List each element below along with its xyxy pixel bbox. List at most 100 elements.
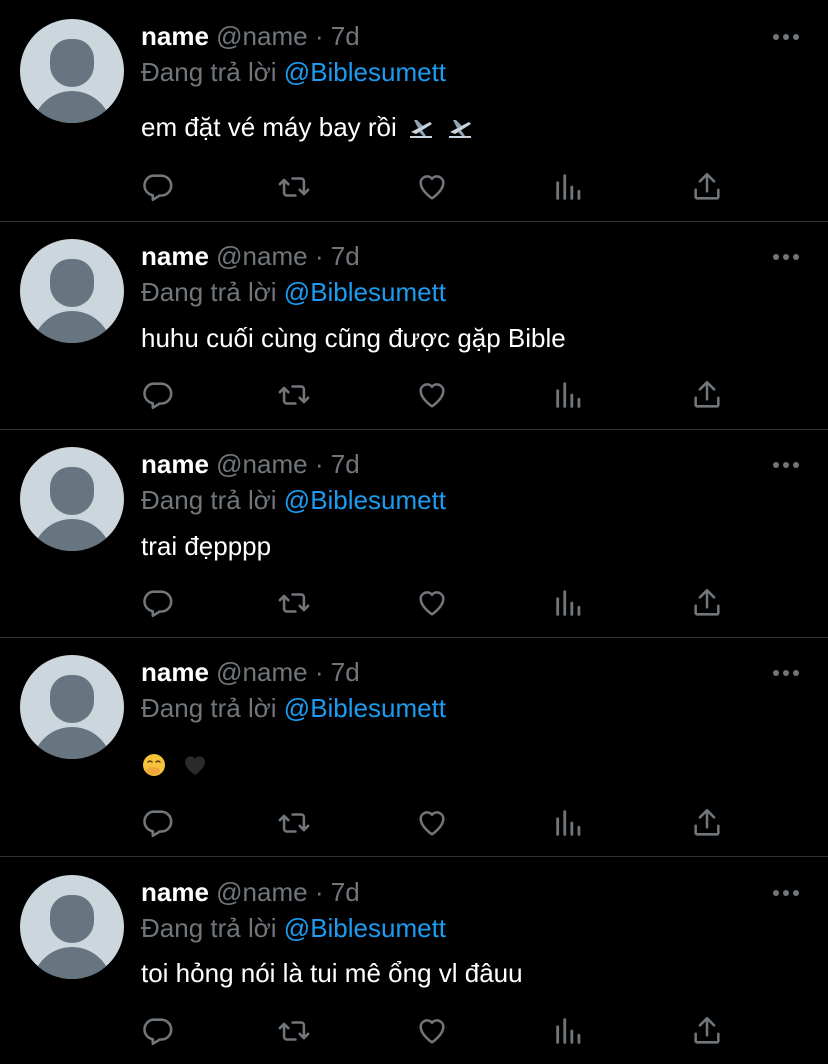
like-button[interactable] (415, 170, 451, 206)
tweet-header: name @name · 7d (141, 240, 360, 272)
user-handle[interactable]: @name (216, 449, 307, 479)
retweet-button[interactable] (277, 1014, 313, 1050)
like-button[interactable] (415, 1014, 451, 1050)
more-icon[interactable] (772, 889, 800, 897)
like-button[interactable] (415, 378, 451, 414)
reply-tweet[interactable]: name @name · 7d Đang trả lời @Biblesumet… (0, 857, 828, 1064)
timestamp[interactable]: 7d (331, 657, 360, 687)
views-button[interactable] (552, 378, 588, 414)
airplane-departure-icon (449, 120, 472, 138)
like-button[interactable] (415, 806, 451, 842)
reply-button[interactable] (140, 1014, 176, 1050)
reply-icon (143, 810, 173, 838)
mention-link[interactable]: @Biblesumett (284, 277, 446, 307)
reply-icon (143, 590, 173, 618)
user-handle[interactable]: @name (216, 21, 307, 51)
replying-to: Đang trả lời @Biblesumett (141, 56, 446, 88)
mention-link[interactable]: @Biblesumett (284, 693, 446, 723)
reply-tweet[interactable]: name @name · 7d Đang trả lời @Biblesumet… (0, 0, 828, 221)
views-icon (556, 174, 581, 200)
display-name[interactable]: name (141, 21, 209, 51)
retweet-icon (278, 385, 310, 405)
display-name[interactable]: name (141, 877, 209, 907)
retweet-button[interactable] (277, 806, 313, 842)
share-button[interactable] (690, 806, 726, 842)
like-icon (419, 383, 445, 408)
views-button[interactable] (552, 806, 588, 842)
display-name[interactable]: name (141, 449, 209, 479)
tweet-text-content: em đặt vé máy bay rồi (141, 112, 397, 142)
timestamp[interactable]: 7d (331, 877, 360, 907)
retweet-button[interactable] (277, 586, 313, 622)
mention-link[interactable]: @Biblesumett (284, 485, 446, 515)
more-icon[interactable] (772, 461, 800, 469)
separator-dot: · (314, 21, 324, 51)
avatar[interactable] (20, 19, 124, 123)
retweet-icon (278, 177, 310, 197)
retweet-button[interactable] (277, 170, 313, 206)
timestamp[interactable]: 7d (331, 241, 360, 271)
avatar[interactable] (20, 655, 124, 759)
like-icon (419, 811, 445, 836)
reply-button[interactable] (140, 170, 176, 206)
tweet-text: em đặt vé máy bay rồi (141, 110, 473, 144)
user-handle[interactable]: @name (216, 657, 307, 687)
reply-icon (143, 174, 173, 202)
user-handle[interactable]: @name (216, 241, 307, 271)
like-icon (419, 1019, 445, 1044)
reply-tweet[interactable]: name @name · 7d Đang trả lời @Biblesumet… (0, 430, 828, 637)
black-heart-icon (185, 756, 206, 775)
replying-to-label: Đang trả lời (141, 485, 277, 515)
timestamp[interactable]: 7d (331, 21, 360, 51)
display-name[interactable]: name (141, 657, 209, 687)
replying-to: Đang trả lời @Biblesumett (141, 484, 446, 516)
retweet-button[interactable] (277, 378, 313, 414)
tweet-header: name @name · 7d (141, 656, 360, 688)
reply-tweet[interactable]: name @name · 7d Đang trả lời @Biblesumet… (0, 638, 828, 856)
reply-tweet[interactable]: name @name · 7d Đang trả lời @Biblesumet… (0, 222, 828, 429)
share-icon (694, 588, 720, 616)
timestamp[interactable]: 7d (331, 449, 360, 479)
avatar[interactable] (20, 447, 124, 551)
views-button[interactable] (552, 1014, 588, 1050)
airplane-departure-icon (410, 120, 433, 138)
avatar[interactable] (20, 875, 124, 979)
retweet-icon (278, 1021, 310, 1041)
share-button[interactable] (690, 170, 726, 206)
share-icon (694, 172, 720, 200)
retweet-icon (278, 593, 310, 613)
views-button[interactable] (552, 586, 588, 622)
reply-icon (143, 1018, 173, 1046)
reply-button[interactable] (140, 378, 176, 414)
avatar[interactable] (20, 239, 124, 343)
more-icon[interactable] (772, 669, 800, 677)
share-icon (694, 1016, 720, 1044)
like-icon (419, 175, 445, 200)
more-icon[interactable] (772, 253, 800, 261)
share-button[interactable] (690, 586, 726, 622)
mention-link[interactable]: @Biblesumett (284, 57, 446, 87)
replying-to-label: Đang trả lời (141, 693, 277, 723)
views-icon (556, 810, 581, 836)
views-icon (556, 590, 581, 616)
tweet-actions (0, 586, 828, 626)
separator-dot: · (314, 657, 324, 687)
share-button[interactable] (690, 1014, 726, 1050)
views-icon (556, 382, 581, 408)
tweet-text (141, 748, 208, 782)
user-handle[interactable]: @name (216, 877, 307, 907)
display-name[interactable]: name (141, 241, 209, 271)
share-icon (694, 380, 720, 408)
share-button[interactable] (690, 378, 726, 414)
share-icon (694, 808, 720, 836)
tweet-text: trai đẹpppp (141, 531, 272, 561)
mention-link[interactable]: @Biblesumett (284, 913, 446, 943)
more-icon[interactable] (772, 33, 800, 41)
like-button[interactable] (415, 586, 451, 622)
like-icon (419, 591, 445, 616)
views-button[interactable] (552, 170, 588, 206)
tweet-header: name @name · 7d (141, 876, 360, 908)
replying-to-label: Đang trả lời (141, 277, 277, 307)
reply-button[interactable] (140, 806, 176, 842)
reply-button[interactable] (140, 586, 176, 622)
